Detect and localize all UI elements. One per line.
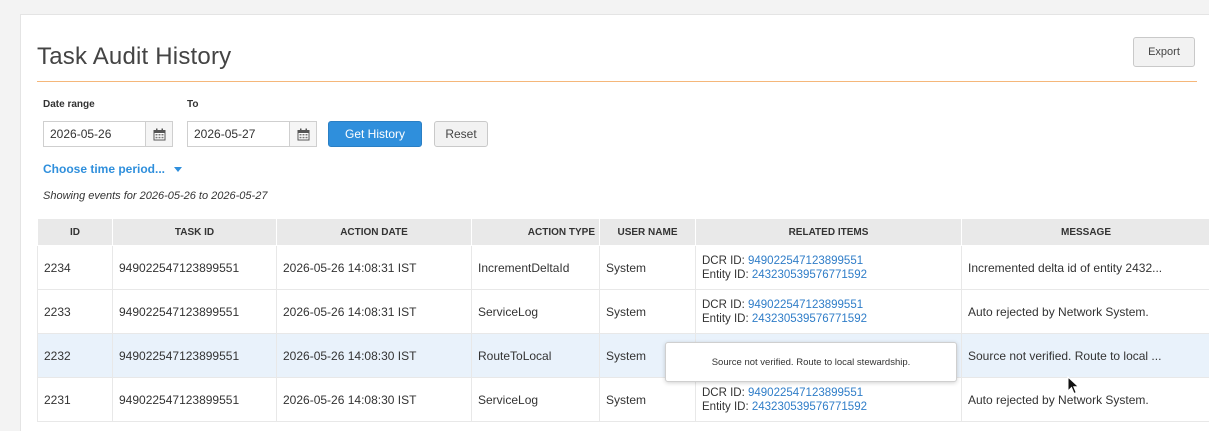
from-date-field[interactable]: 2026-05-26 — [43, 121, 173, 147]
message-cell: Auto rejected by Network System. — [962, 290, 1209, 334]
showing-range-text: Showing events for 2026-05-26 to 2026-05… — [43, 190, 267, 202]
col-action-date-header[interactable]: ACTION DATE — [277, 219, 472, 246]
col-task-id-header[interactable]: TASK ID — [113, 219, 277, 246]
col-action-type-header[interactable]: ACTION TYPE — [472, 219, 600, 246]
to-label: To — [187, 99, 198, 110]
title-divider — [37, 81, 1197, 82]
entity-id-link[interactable]: 243230539576771592 — [752, 313, 867, 325]
table-row[interactable]: 2231 949022547123899551 2026-05-26 14:08… — [38, 378, 1209, 422]
reset-button[interactable]: Reset — [434, 121, 488, 147]
action-date-cell: 2026-05-26 14:08:31 IST — [277, 290, 472, 334]
user-name-cell: System — [600, 246, 696, 290]
entity-id-label: Entity ID: — [702, 401, 752, 413]
col-related-items-header[interactable]: RELATED ITEMS — [696, 219, 962, 246]
chevron-down-icon — [174, 167, 182, 172]
choose-time-period-label: Choose time period... — [43, 162, 165, 176]
audit-panel: Task Audit History Export Date range To … — [20, 14, 1209, 431]
message-cell: Source not verified. Route to local ... — [962, 334, 1209, 378]
to-date-input[interactable]: 2026-05-27 — [188, 127, 289, 141]
task-id-link[interactable]: 949022547123899551 — [113, 334, 277, 378]
col-message-header[interactable]: MESSAGE — [962, 219, 1209, 246]
dcr-id-label: DCR ID: — [702, 387, 748, 399]
related-items-cell: DCR ID: 949022547123899551 Entity ID: 24… — [696, 246, 962, 290]
id-cell: 2231 — [38, 378, 113, 422]
user-name-cell: System — [600, 378, 696, 422]
export-button[interactable]: Export — [1133, 37, 1195, 67]
get-history-button[interactable]: Get History — [328, 121, 422, 147]
calendar-icon[interactable] — [145, 122, 172, 146]
message-cell: Auto rejected by Network System. — [962, 378, 1209, 422]
id-cell: 2234 — [38, 246, 113, 290]
dcr-id-label: DCR ID: — [702, 299, 748, 311]
task-id-link[interactable]: 949022547123899551 — [113, 378, 277, 422]
action-date-cell: 2026-05-26 14:08:30 IST — [277, 378, 472, 422]
col-id-header[interactable]: ID — [38, 219, 113, 246]
entity-id-label: Entity ID: — [702, 313, 752, 325]
to-date-field[interactable]: 2026-05-27 — [187, 121, 317, 147]
message-cell: Incremented delta id of entity 2432... — [962, 246, 1209, 290]
dcr-id-link[interactable]: 949022547123899551 — [748, 299, 863, 311]
table-row[interactable]: 2232 949022547123899551 2026-05-26 14:08… — [38, 334, 1209, 378]
dcr-id-label: DCR ID: — [702, 255, 748, 267]
id-cell: 2233 — [38, 290, 113, 334]
calendar-icon[interactable] — [289, 122, 316, 146]
mouse-cursor-icon — [1067, 376, 1081, 396]
action-type-cell: ServiceLog — [472, 290, 600, 334]
related-items-cell: DCR ID: 949022547123899551 Entity ID: 24… — [696, 290, 962, 334]
table-row[interactable]: 2233 949022547123899551 2026-05-26 14:08… — [38, 290, 1209, 334]
date-range-label: Date range — [43, 99, 95, 110]
audit-table: ID TASK ID ACTION DATE ACTION TYPE USER … — [37, 218, 1209, 422]
from-date-input[interactable]: 2026-05-26 — [44, 127, 145, 141]
action-type-cell: RouteToLocal — [472, 334, 600, 378]
table-row[interactable]: 2234 949022547123899551 2026-05-26 14:08… — [38, 246, 1209, 290]
entity-id-link[interactable]: 243230539576771592 — [752, 401, 867, 413]
table-header-row: ID TASK ID ACTION DATE ACTION TYPE USER … — [38, 219, 1209, 246]
dcr-id-link[interactable]: 949022547123899551 — [748, 255, 863, 267]
action-date-cell: 2026-05-26 14:08:30 IST — [277, 334, 472, 378]
task-id-link[interactable]: 949022547123899551 — [113, 246, 277, 290]
page-title: Task Audit History — [37, 43, 231, 71]
col-user-name-header[interactable]: USER NAME — [600, 219, 696, 246]
message-tooltip: Source not verified. Route to local stew… — [665, 342, 957, 382]
id-cell: 2232 — [38, 334, 113, 378]
action-date-cell: 2026-05-26 14:08:31 IST — [277, 246, 472, 290]
entity-id-label: Entity ID: — [702, 269, 752, 281]
task-id-link[interactable]: 949022547123899551 — [113, 290, 277, 334]
dcr-id-link[interactable]: 949022547123899551 — [748, 387, 863, 399]
action-type-cell: IncrementDeltaId — [472, 246, 600, 290]
entity-id-link[interactable]: 243230539576771592 — [752, 269, 867, 281]
related-items-cell: DCR ID: 949022547123899551 Entity ID: 24… — [696, 378, 962, 422]
user-name-cell: System — [600, 290, 696, 334]
choose-time-period-dropdown[interactable]: Choose time period... — [43, 162, 182, 176]
action-type-cell: ServiceLog — [472, 378, 600, 422]
